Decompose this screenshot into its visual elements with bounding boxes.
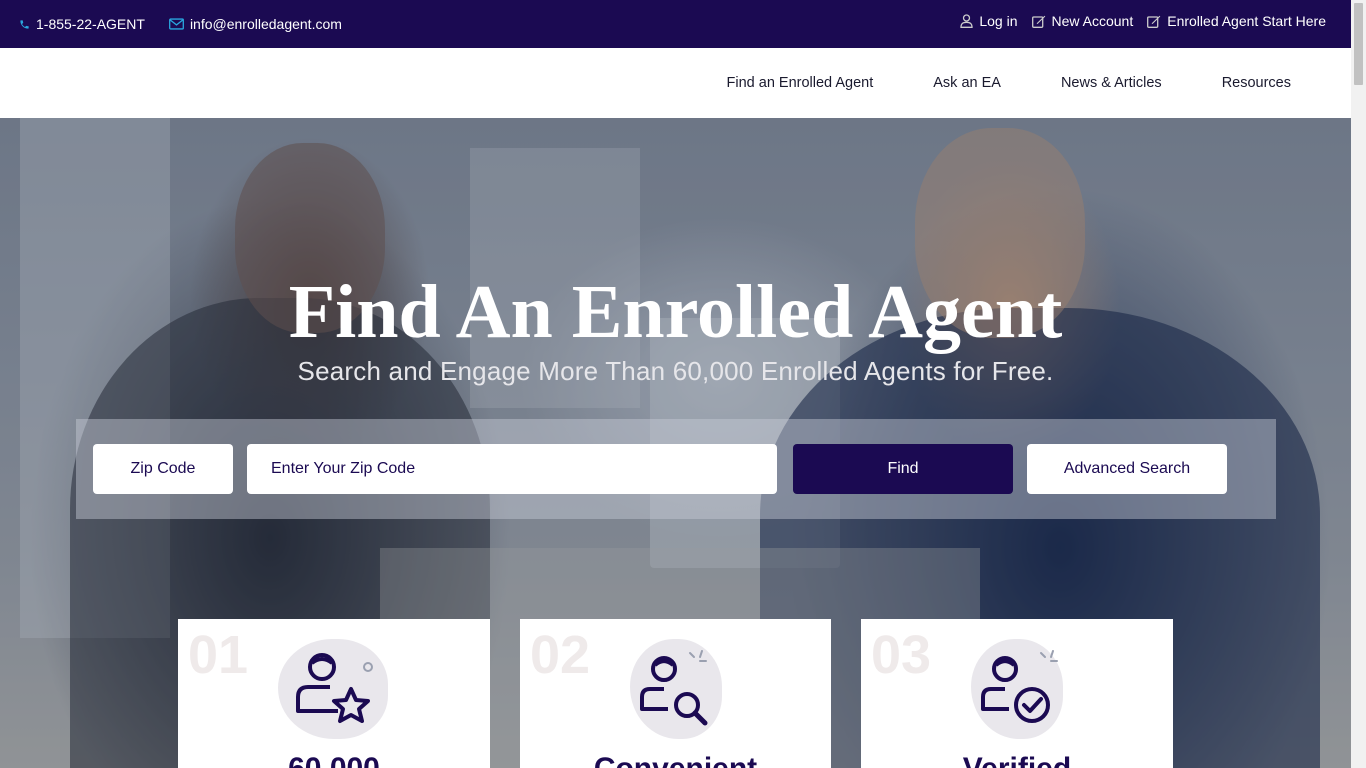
- user-icon: [960, 14, 974, 28]
- contact-info: 1-855-22-AGENT info@enrolledagent.com: [19, 0, 366, 48]
- hero-section: Find An Enrolled Agent Search and Engage…: [0, 118, 1351, 768]
- phone-link[interactable]: 1-855-22-AGENT: [19, 16, 145, 32]
- user-check-icon: [981, 650, 1058, 723]
- page-scrollbar[interactable]: [1351, 0, 1366, 768]
- advanced-search-button[interactable]: Advanced Search: [1027, 444, 1227, 494]
- edit-icon: [1031, 15, 1045, 28]
- zip-search-form: Zip Code Find Advanced Search: [76, 419, 1276, 519]
- edit-icon: [1147, 15, 1161, 28]
- feature-title: Verified: [861, 752, 1173, 768]
- phone-number: 1-855-22-AGENT: [36, 16, 145, 32]
- feature-title: 60,000: [178, 752, 490, 768]
- user-star-icon: [296, 653, 373, 723]
- top-bar: 1-855-22-AGENT info@enrolledagent.com Lo…: [0, 0, 1351, 48]
- scrollbar-thumb[interactable]: [1354, 3, 1363, 85]
- nav-news-articles[interactable]: News & Articles: [1061, 75, 1162, 91]
- zip-code-label[interactable]: Zip Code: [93, 444, 233, 494]
- phone-icon: [20, 19, 29, 29]
- feature-number: 03: [871, 625, 932, 685]
- feature-number: 01: [188, 625, 249, 685]
- feature-card: 03 Verified: [861, 619, 1173, 768]
- ea-start-link[interactable]: Enrolled Agent Start Here: [1147, 13, 1326, 29]
- login-label: Log in: [979, 13, 1018, 29]
- hero-subtitle: Search and Engage More Than 60,000 Enrol…: [297, 356, 1054, 386]
- nav-resources[interactable]: Resources: [1222, 75, 1291, 91]
- ea-start-label: Enrolled Agent Start Here: [1167, 13, 1326, 29]
- new-account-link[interactable]: New Account: [1031, 13, 1134, 29]
- hero-title: Find An Enrolled Agent: [288, 270, 1063, 354]
- feature-number: 02: [530, 625, 591, 685]
- main-navbar: Find an Enrolled Agent Ask an EA News & …: [0, 48, 1351, 122]
- account-links: Log in New Account Enrolled Agent Start …: [946, 0, 1326, 42]
- new-account-label: New Account: [1051, 13, 1134, 29]
- envelope-icon: [168, 18, 184, 30]
- email-address: info@enrolledagent.com: [189, 16, 342, 32]
- nav-find-enrolled-agent[interactable]: Find an Enrolled Agent: [727, 75, 874, 91]
- zip-code-input[interactable]: [247, 444, 777, 494]
- nav-ask-an-ea[interactable]: Ask an EA: [933, 75, 1001, 91]
- user-search-icon: [640, 650, 708, 726]
- feature-card: 02 Convenient: [520, 619, 831, 768]
- login-link[interactable]: Log in: [960, 13, 1018, 29]
- feature-card: 01 60,000: [178, 619, 490, 768]
- main-nav: Find an Enrolled Agent Ask an EA News & …: [667, 48, 1291, 118]
- email-link[interactable]: info@enrolledagent.com: [168, 16, 342, 32]
- feature-title: Convenient: [520, 752, 831, 768]
- find-button[interactable]: Find: [793, 444, 1013, 494]
